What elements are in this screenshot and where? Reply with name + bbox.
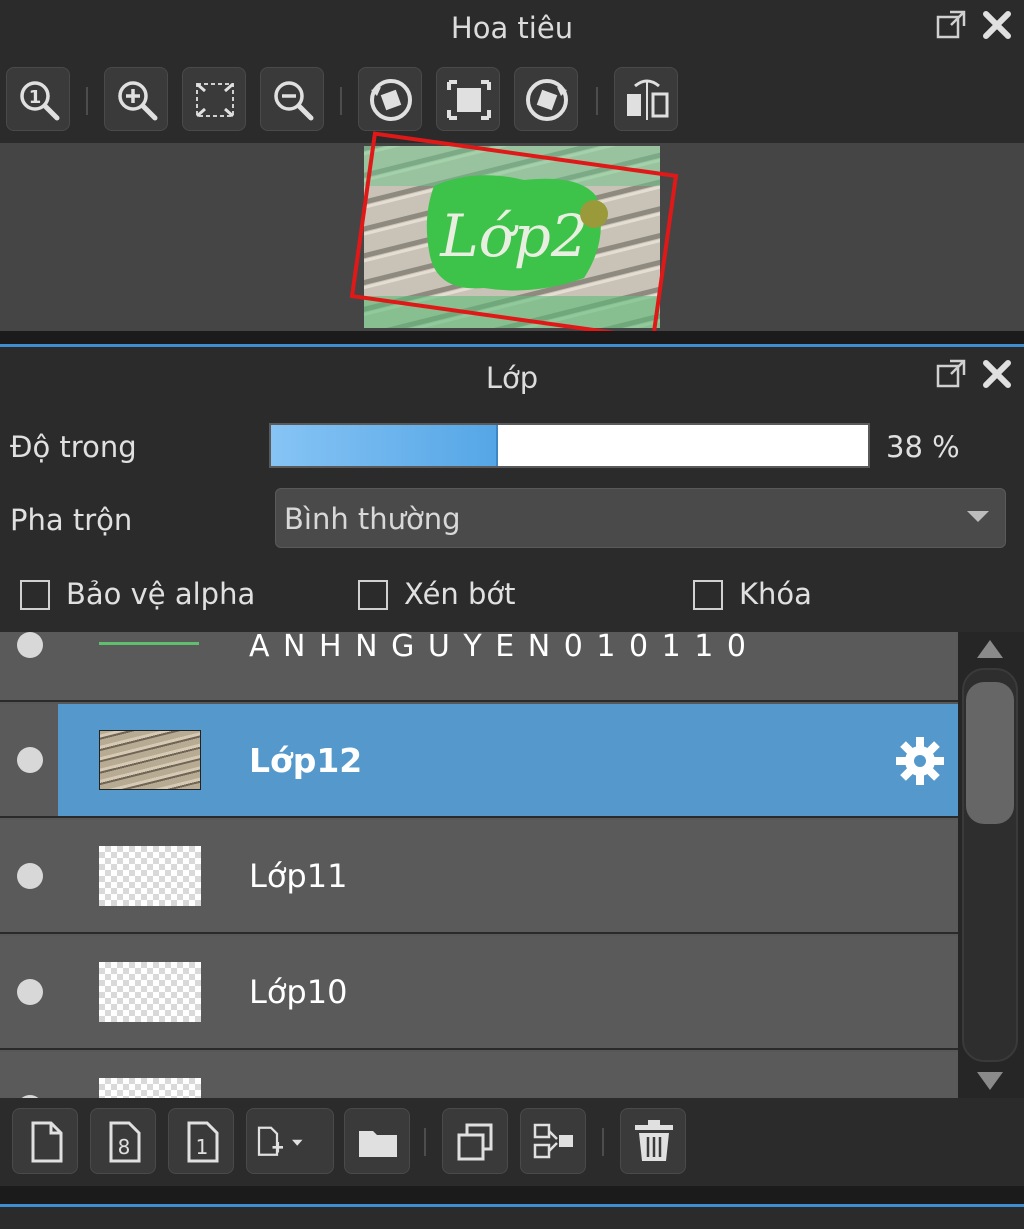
layer-name: A N H N G U Y E N 0 1 0 1 1 0 (249, 632, 748, 664)
layers-title: Lớp (485, 361, 539, 395)
undock-icon[interactable] (934, 357, 968, 391)
visibility-toggle[interactable] (17, 747, 43, 773)
scroll-down-icon[interactable] (977, 1072, 1003, 1090)
layer-thumbnail (99, 1078, 201, 1098)
zoom-actual-button[interactable]: 1 (6, 67, 70, 131)
zoom-in-button[interactable] (104, 67, 168, 131)
clipping-label: Xén bớt (404, 577, 516, 611)
navigator-toolbar: 1 (0, 57, 1024, 143)
toolbar-separator (596, 87, 598, 115)
toolbar-separator (86, 87, 88, 115)
scroll-thumb[interactable] (966, 682, 1014, 824)
delete-layer-button[interactable] (620, 1108, 686, 1174)
navigator-header: Hoa tiêu (0, 0, 1024, 57)
new-layer-menu-button[interactable] (246, 1108, 334, 1174)
opacity-value: 38 % (886, 430, 960, 464)
lock-label: Khóa (739, 577, 812, 611)
new-layer-button[interactable] (12, 1108, 78, 1174)
panel-splitter[interactable] (0, 1186, 1024, 1204)
toolbar-separator (340, 87, 342, 115)
navigator-title: Hoa tiêu (450, 11, 574, 45)
list-item[interactable]: A N H N G U Y E N 0 1 0 1 1 0 (0, 632, 958, 702)
svg-text:1: 1 (196, 1135, 209, 1159)
rotate-right-button[interactable] (514, 67, 578, 131)
close-icon[interactable] (980, 8, 1014, 42)
protect-alpha-label: Bảo vệ alpha (66, 577, 256, 611)
scroll-up-icon[interactable] (977, 640, 1003, 658)
layer-toolbar: 8 1 (0, 1098, 1024, 1186)
close-icon[interactable] (980, 357, 1014, 391)
chevron-down-icon (967, 511, 989, 522)
new-1bit-layer-button[interactable]: 1 (168, 1108, 234, 1174)
layer-thumbnail (99, 962, 201, 1022)
protect-alpha-checkbox[interactable] (20, 580, 50, 610)
layer-thumbnail (99, 640, 201, 648)
layer-name: Lớp11 (249, 857, 348, 895)
opacity-slider-fill (271, 425, 498, 466)
layer-thumbnail (99, 730, 201, 790)
list-item[interactable] (0, 1052, 958, 1098)
toolbar-separator (424, 1128, 426, 1156)
fit-window-button[interactable] (182, 67, 246, 131)
next-panel-header (0, 1207, 1024, 1229)
layer-name: Lớp12 (249, 741, 363, 780)
undock-icon[interactable] (934, 8, 968, 42)
visibility-toggle[interactable] (17, 863, 43, 889)
blend-mode-value: Bình thường (284, 502, 461, 536)
rotate-left-button[interactable] (358, 67, 422, 131)
visibility-toggle[interactable] (17, 979, 43, 1005)
opacity-slider[interactable] (269, 423, 870, 468)
new-folder-button[interactable] (344, 1108, 410, 1174)
visibility-toggle[interactable] (17, 632, 43, 658)
layer-thumbnail (99, 846, 201, 906)
list-item[interactable]: Lớp12 (0, 704, 958, 818)
opacity-label: Độ trong (10, 430, 137, 464)
zoom-out-button[interactable] (260, 67, 324, 131)
flip-horizontal-button[interactable] (614, 67, 678, 131)
svg-text:8: 8 (118, 1135, 131, 1159)
new-8bit-layer-button[interactable]: 8 (90, 1108, 156, 1174)
list-item[interactable]: Lớp10 (0, 936, 958, 1050)
layer-name: Lớp10 (249, 973, 348, 1011)
lock-checkbox[interactable] (693, 580, 723, 610)
reset-view-button[interactable] (436, 67, 500, 131)
toolbar-separator (602, 1128, 604, 1156)
blend-mode-select[interactable]: Bình thường (275, 488, 1006, 548)
merge-layer-button[interactable] (520, 1108, 586, 1174)
layers-header: Lớp (0, 347, 1024, 404)
panel-splitter[interactable] (0, 331, 1024, 345)
layer-list: A N H N G U Y E N 0 1 0 1 1 0 Lớp12 Lớp1… (0, 632, 958, 1098)
layer-settings-icon[interactable] (894, 735, 946, 787)
blend-label: Pha trộn (10, 503, 133, 537)
svg-text:1: 1 (29, 87, 42, 108)
clipping-checkbox[interactable] (358, 580, 388, 610)
list-item[interactable]: Lớp11 (0, 820, 958, 934)
duplicate-layer-button[interactable] (442, 1108, 508, 1174)
